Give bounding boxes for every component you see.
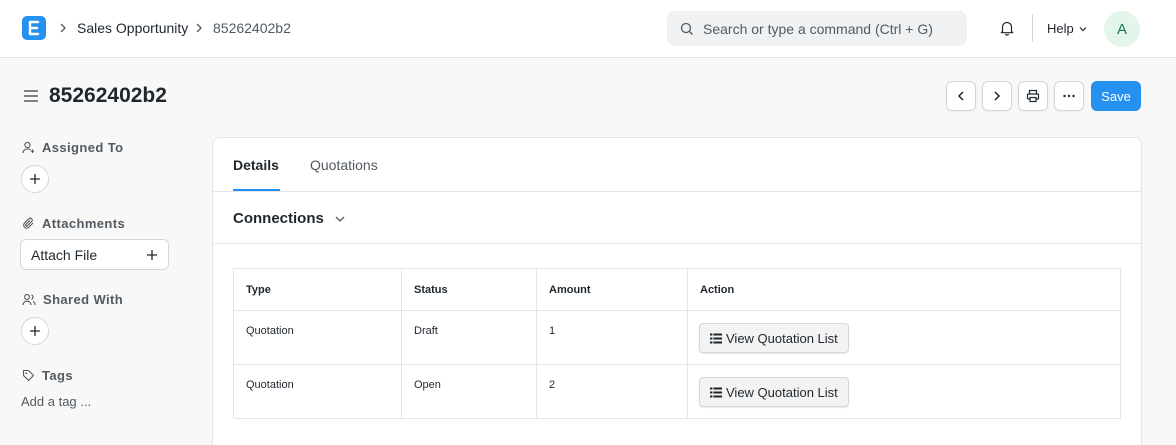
next-record-button[interactable] <box>982 81 1012 111</box>
tab-quotations[interactable]: Quotations <box>310 157 378 174</box>
chevron-right-icon <box>60 23 66 33</box>
save-button[interactable]: Save <box>1091 81 1141 111</box>
search-icon <box>680 22 693 35</box>
navbar: Sales Opportunity 85262402b2 Help A <box>0 0 1176 58</box>
chevron-left-icon <box>957 91 964 101</box>
table-row: Quotation Open 2 View Quotation List <box>233 364 1121 419</box>
tab-details[interactable]: Details <box>233 157 279 174</box>
view-quotation-list-button[interactable]: View Quotation List <box>699 323 849 353</box>
attach-file-button[interactable]: Attach File <box>20 239 169 270</box>
cell-status: Open <box>401 364 537 419</box>
breadcrumb-current[interactable]: 85262402b2 <box>213 20 291 37</box>
app-logo-icon[interactable] <box>22 16 46 40</box>
tags-label: Tags <box>42 368 73 383</box>
plus-icon <box>147 249 157 260</box>
tags-heading: Tags <box>22 368 73 383</box>
print-button[interactable] <box>1018 81 1048 111</box>
attachments-heading: Attachments <box>22 216 125 231</box>
connections-section-header[interactable]: Connections <box>213 192 1141 244</box>
list-icon <box>710 333 722 343</box>
help-label: Help <box>1047 21 1074 36</box>
users-icon <box>22 294 36 306</box>
more-actions-button[interactable] <box>1054 81 1084 111</box>
shared-with-heading: Shared With <box>22 292 123 307</box>
cell-type: Quotation <box>233 364 402 419</box>
active-tab-indicator <box>233 189 280 191</box>
chevron-down-icon <box>1079 26 1087 31</box>
column-header-status: Status <box>401 268 537 311</box>
page-title: 85262402b2 <box>49 84 167 107</box>
view-quotation-list-label: View Quotation List <box>726 330 838 346</box>
assigned-to-heading: Assigned To <box>22 140 123 155</box>
connections-title: Connections <box>233 210 324 227</box>
printer-icon <box>1026 89 1040 103</box>
add-tag-link[interactable]: Add a tag ... <box>21 394 91 409</box>
chevron-down-icon <box>335 216 345 222</box>
cell-status: Draft <box>401 310 537 365</box>
chevron-right-icon <box>994 91 1001 101</box>
search-bar[interactable] <box>667 11 967 46</box>
cell-amount: 2 <box>536 364 688 419</box>
plus-icon <box>30 326 40 336</box>
column-header-action: Action <box>687 268 1121 311</box>
user-plus-icon <box>22 141 35 154</box>
paperclip-icon <box>23 217 34 229</box>
navbar-divider <box>1032 14 1033 42</box>
cell-type: Quotation <box>233 310 402 365</box>
help-dropdown[interactable]: Help <box>1047 21 1088 36</box>
add-assignee-button[interactable] <box>21 165 49 193</box>
add-share-button[interactable] <box>21 317 49 345</box>
assigned-to-label: Assigned To <box>42 140 124 155</box>
search-input[interactable] <box>703 11 958 46</box>
tag-icon <box>22 369 35 382</box>
chevron-right-icon <box>196 23 202 33</box>
previous-record-button[interactable] <box>946 81 976 111</box>
view-quotation-list-button[interactable]: View Quotation List <box>699 377 849 407</box>
cell-action: View Quotation List <box>687 310 1121 365</box>
shared-with-label: Shared With <box>43 292 124 307</box>
view-quotation-list-label: View Quotation List <box>726 384 838 400</box>
cell-action: View Quotation List <box>687 364 1121 419</box>
plus-icon <box>30 174 40 184</box>
hamburger-icon[interactable] <box>23 89 39 103</box>
table-header-row: Type Status Amount Action <box>233 268 1121 311</box>
attachments-label: Attachments <box>42 216 126 231</box>
more-icon <box>1063 94 1075 98</box>
list-icon <box>710 387 722 397</box>
table-row: Quotation Draft 1 View Quotation List <box>233 310 1121 365</box>
attach-file-label: Attach File <box>31 246 98 263</box>
bell-icon[interactable] <box>998 19 1016 37</box>
breadcrumb-sales-opportunity[interactable]: Sales Opportunity <box>77 20 188 37</box>
cell-amount: 1 <box>536 310 688 365</box>
avatar[interactable]: A <box>1104 11 1140 47</box>
column-header-amount: Amount <box>536 268 688 311</box>
connections-table: Type Status Amount Action Quotation Draf… <box>233 268 1121 419</box>
column-header-type: Type <box>233 268 402 311</box>
form-tabs: Details Quotations <box>213 138 1141 192</box>
